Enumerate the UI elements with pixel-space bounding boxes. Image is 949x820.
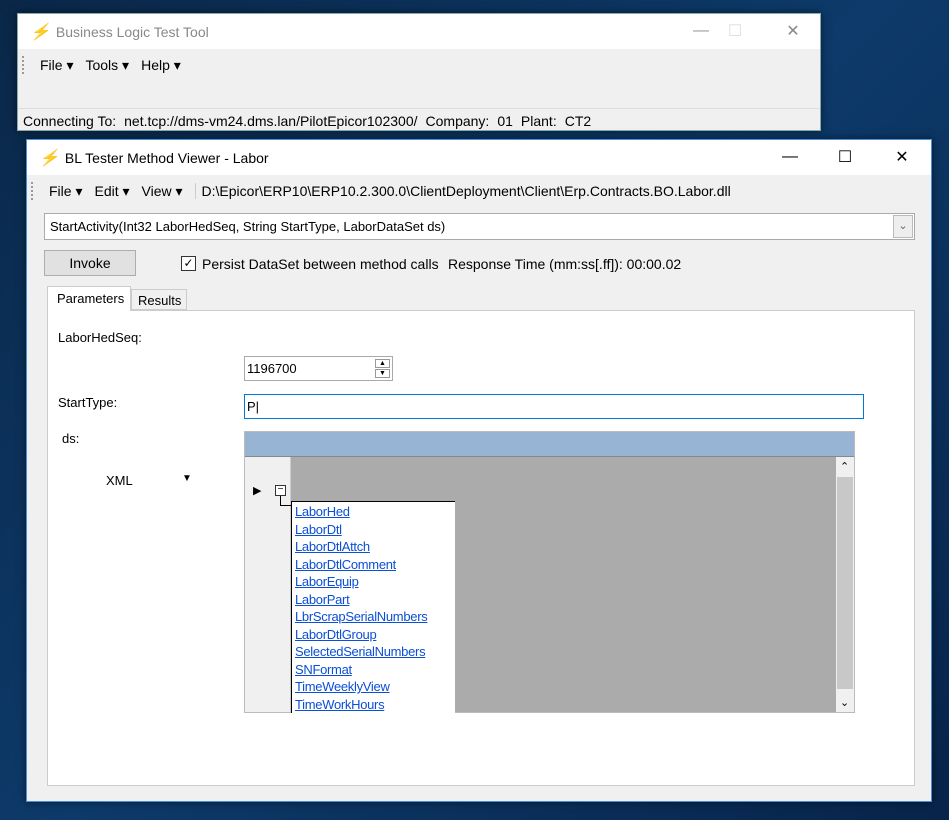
company-label: Company:: [425, 112, 490, 129]
viewer-menu-bar: File ▾ Edit ▾ View ▾ D:\Epicor\ERP10\ERP…: [31, 182, 731, 200]
table-link[interactable]: LaborDtlGroup: [292, 626, 455, 644]
starttype-label: StartType:: [58, 395, 118, 410]
response-time: Response Time (mm:ss[.ff]): 00:00.02: [448, 256, 682, 272]
company-value: 01: [497, 112, 513, 129]
maximize-button[interactable]: ☐: [712, 14, 758, 48]
maximize-button[interactable]: ☐: [822, 140, 868, 174]
spin-down-button[interactable]: ▼: [375, 369, 390, 378]
spin-up-button[interactable]: ▲: [375, 359, 390, 368]
viewer-title: BL Tester Method Viewer - Labor: [64, 149, 269, 166]
dropdown-arrow-icon: ▼: [182, 473, 192, 484]
table-link[interactable]: LaborDtlComment: [292, 556, 455, 574]
viewer-title-bar: ⚡ BL Tester Method Viewer - Labor — ☐ ✕: [27, 140, 931, 175]
table-link[interactable]: LaborEquip: [292, 573, 455, 591]
chevron-down-icon[interactable]: ⌄: [893, 215, 913, 238]
menu-edit[interactable]: Edit ▾: [94, 183, 129, 200]
method-select[interactable]: StartActivity(Int32 LaborHedSeq, String …: [44, 213, 915, 240]
dataset-grid: ▶ − LaborHed LaborDtl LaborDtlAttch LaborDt…: [244, 431, 855, 713]
laborhedseq-input[interactable]: 1196700 ▲ ▼: [244, 356, 393, 381]
table-link[interactable]: LaborDtlAttch: [292, 538, 455, 556]
grid-header: [245, 432, 854, 457]
main-menu-bar: File ▾ Tools ▾ Help ▾: [22, 56, 181, 74]
toolbar-grip: [22, 56, 24, 74]
collapse-icon[interactable]: −: [275, 485, 286, 496]
starttype-value: P: [247, 399, 256, 414]
toolbar-grip: [31, 182, 33, 200]
table-link[interactable]: LaborPart: [292, 591, 455, 609]
connecting-value: net.tcp://dms-vm24.dms.lan/PilotEpicor10…: [124, 112, 418, 129]
menu-help[interactable]: Help ▾: [141, 57, 181, 74]
parameters-panel: LaborHedSeq: 1196700 ▲ ▼ StartType: P| d…: [47, 310, 915, 786]
tab-parameters[interactable]: Parameters: [47, 286, 131, 311]
table-list: LaborHed LaborDtl LaborDtlAttch LaborDtlCom…: [291, 501, 455, 713]
menu-tools[interactable]: Tools ▾: [85, 57, 129, 74]
app-bolt-icon: ⚡: [39, 149, 59, 167]
plant-label: Plant:: [520, 112, 557, 129]
main-window: ⚡ Business Logic Test Tool — ☐ ✕ File ▾ …: [17, 13, 821, 131]
status-bar: Connecting To: net.tcp://dms-vm24.dms.la…: [18, 108, 820, 132]
ds-label: ds:: [62, 431, 80, 446]
table-link[interactable]: TimeWorkHours: [292, 696, 455, 714]
table-link[interactable]: SelectedSerialNumbers: [292, 643, 455, 661]
ds-format-select[interactable]: XML ▼: [106, 473, 196, 488]
scroll-up-icon[interactable]: ⌃: [840, 460, 849, 473]
menu-file[interactable]: File ▾: [49, 183, 82, 200]
app-bolt-icon: ⚡: [30, 23, 50, 41]
table-link[interactable]: TimeWeeklyView: [292, 678, 455, 696]
laborhedseq-label: LaborHedSeq:: [58, 330, 142, 345]
scroll-down-icon[interactable]: ⌄: [840, 696, 849, 709]
table-link[interactable]: LaborHed: [292, 503, 455, 521]
scroll-thumb[interactable]: [837, 477, 853, 689]
table-link[interactable]: SNFormat: [292, 661, 455, 679]
starttype-input[interactable]: P|: [244, 394, 864, 419]
tab-results[interactable]: Results: [131, 289, 187, 310]
plant-value: CT2: [564, 112, 592, 129]
invoke-button[interactable]: Invoke: [44, 250, 136, 276]
method-select-value: StartActivity(Int32 LaborHedSeq, String …: [50, 219, 446, 234]
persist-checkbox[interactable]: ✓: [181, 256, 196, 271]
method-viewer-window: ⚡ BL Tester Method Viewer - Labor — ☐ ✕ …: [26, 139, 932, 802]
menu-file[interactable]: File ▾: [40, 57, 73, 74]
table-link[interactable]: LbrScrapSerialNumbers: [292, 608, 455, 626]
close-button[interactable]: ✕: [879, 140, 925, 174]
close-button[interactable]: ✕: [770, 14, 816, 48]
table-link[interactable]: LaborDtl: [292, 521, 455, 539]
minimize-button[interactable]: —: [767, 140, 813, 174]
vertical-scrollbar[interactable]: ⌃ ⌄: [836, 457, 854, 712]
menu-view[interactable]: View ▾: [142, 183, 183, 200]
persist-label: Persist DataSet between method calls: [202, 256, 439, 272]
connecting-label: Connecting To:: [23, 112, 117, 129]
main-window-title: Business Logic Test Tool: [55, 23, 209, 40]
dll-path: D:\Epicor\ERP10\ERP10.2.300.0\ClientDepl…: [194, 183, 731, 199]
main-title-bar: ⚡ Business Logic Test Tool — ☐ ✕: [18, 14, 820, 49]
current-row-icon: ▶: [253, 485, 262, 497]
laborhedseq-value: 1196700: [247, 361, 297, 376]
